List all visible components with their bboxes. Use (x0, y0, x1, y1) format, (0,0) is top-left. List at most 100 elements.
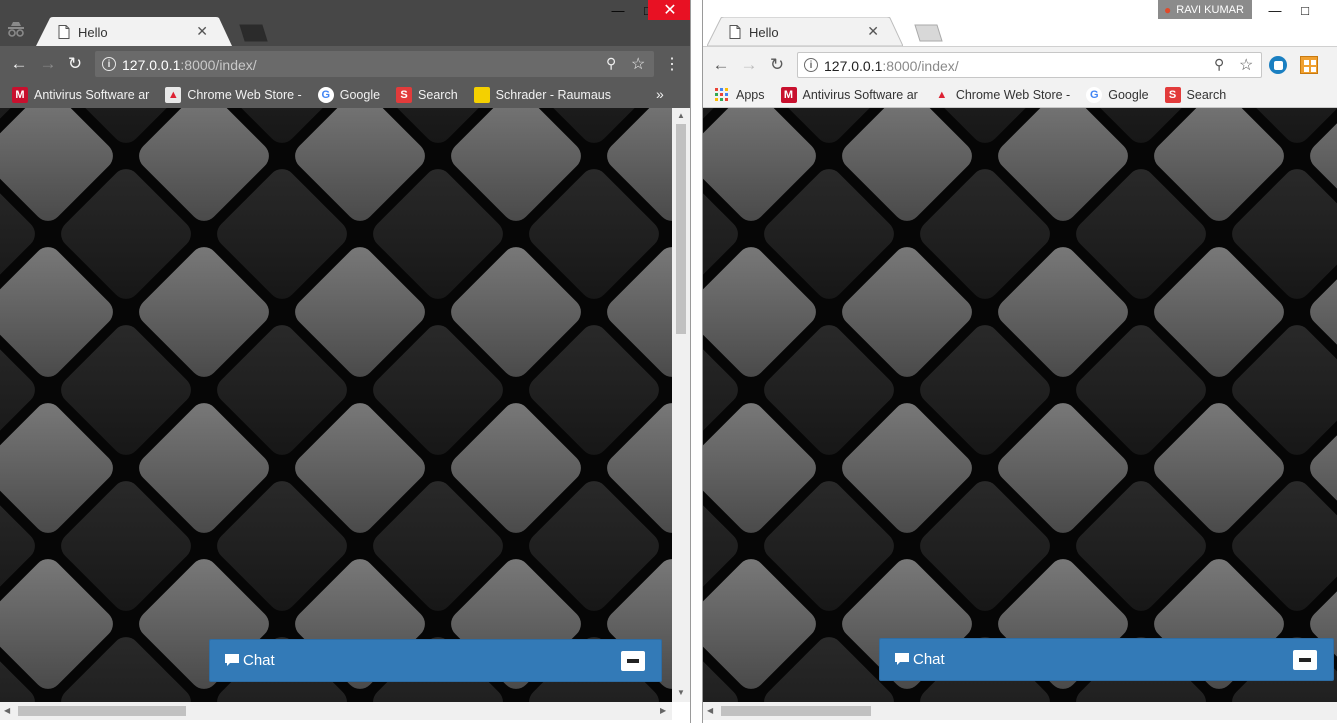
schrader-icon (473, 87, 490, 103)
chat-bar[interactable]: Chat (879, 638, 1334, 681)
title-bar: Hello ✕ — □ ✕ (0, 0, 690, 46)
chat-label: Chat (243, 652, 275, 669)
star-icon[interactable]: ☆ (631, 54, 645, 74)
search-s-icon: S (396, 87, 413, 103)
minimize-button[interactable]: — (603, 0, 633, 20)
chrome-web-store-icon: ▲ (165, 87, 182, 103)
bookmarks-bar: M Antivirus Software ar ▲ Chrome Web Sto… (0, 82, 690, 108)
maximize-button[interactable]: □ (1290, 0, 1320, 20)
new-tab-button[interactable] (238, 24, 268, 42)
back-button[interactable]: ← (9, 54, 29, 74)
google-icon: G (317, 87, 334, 103)
key-icon[interactable]: ⚲ (606, 55, 616, 72)
minimize-chat-button[interactable] (621, 651, 645, 671)
star-icon[interactable]: ☆ (1239, 55, 1253, 75)
bookmark-chrome-web-store[interactable]: ▲ Chrome Web Store - (933, 86, 1071, 103)
bookmarks-bar: Apps M Antivirus Software ar ▲ Chrome We… (703, 82, 1337, 108)
info-icon[interactable]: i (102, 57, 116, 71)
profile-badge[interactable]: ● RAVI KUMAR (1158, 0, 1252, 19)
new-tab-button[interactable] (913, 24, 943, 42)
minimize-button[interactable]: — (1260, 0, 1290, 20)
reload-button[interactable]: ↻ (767, 55, 787, 75)
scroll-right-icon[interactable]: ▶ (660, 706, 666, 715)
url-path: :8000/index/ (180, 57, 257, 73)
scroll-down-icon[interactable]: ▼ (677, 688, 685, 697)
bookmark-apps[interactable]: Apps (714, 87, 765, 103)
tab-title: Hello (78, 25, 108, 40)
chrome-web-store-icon: ▲ (933, 86, 950, 103)
window-gap (691, 0, 702, 723)
back-button[interactable]: ← (711, 55, 731, 75)
bookmark-chrome-web-store[interactable]: ▲ Chrome Web Store - (165, 87, 302, 103)
window-controls: — □ (1260, 0, 1320, 20)
bookmark-schrader[interactable]: Schrader - Raumaus (473, 87, 611, 103)
key-icon[interactable]: ⚲ (1214, 56, 1224, 73)
page-icon (729, 25, 741, 39)
info-icon[interactable]: i (804, 58, 818, 72)
mcafee-icon: M (12, 87, 28, 103)
url-text: 127.0.0.1:8000/index/ (824, 58, 959, 74)
reload-button[interactable]: ↻ (65, 54, 85, 74)
bookmark-google[interactable]: G Google (317, 87, 380, 103)
address-bar[interactable]: i 127.0.0.1:8000/index/ ⚲ ☆ (797, 52, 1262, 78)
tab-close-icon[interactable]: ✕ (196, 23, 208, 40)
minus-icon (627, 659, 639, 663)
page-icon (58, 25, 70, 39)
bookmark-label: Search (418, 88, 458, 102)
window-close-controls: ✕ (648, 0, 690, 20)
address-bar[interactable]: i 127.0.0.1:8000/index/ ⚲ ☆ (95, 51, 654, 77)
more-bookmarks-icon[interactable]: » (656, 86, 664, 102)
profile-icon: ● (1164, 2, 1172, 17)
search-s-icon: S (1164, 86, 1181, 103)
bookmark-label: Schrader - Raumaus (495, 88, 611, 102)
extension-icon[interactable] (1269, 56, 1287, 74)
scroll-thumb[interactable] (676, 124, 686, 334)
bookmark-label: Apps (736, 87, 765, 102)
forward-button[interactable]: → (739, 55, 759, 75)
bookmark-label: Google (1108, 87, 1149, 102)
bookmark-label: Antivirus Software ar (34, 88, 150, 102)
mcafee-icon: M (780, 86, 797, 103)
scroll-left-icon[interactable]: ◀ (4, 706, 10, 715)
apps-grid-icon (714, 87, 730, 103)
minimize-chat-button[interactable] (1293, 650, 1317, 670)
tab-hello[interactable]: Hello ✕ (36, 17, 232, 46)
scroll-left-icon[interactable]: ◀ (707, 706, 713, 715)
bookmark-label: Antivirus Software ar (802, 87, 918, 102)
extension-grid-icon[interactable] (1300, 56, 1318, 74)
hscroll-thumb[interactable] (721, 706, 871, 716)
url-host: 127.0.0.1 (824, 58, 883, 74)
minus-icon (1299, 658, 1311, 662)
scroll-up-icon[interactable]: ▲ (677, 111, 685, 120)
bookmark-search[interactable]: S Search (396, 87, 458, 103)
url-text: 127.0.0.1:8000/index/ (122, 57, 257, 73)
close-window-button[interactable]: ✕ (648, 0, 690, 20)
comment-icon (225, 654, 239, 666)
bookmark-label: Chrome Web Store - (955, 87, 1071, 102)
tab-close-icon[interactable]: ✕ (867, 23, 879, 40)
tab-hello[interactable]: Hello ✕ (707, 17, 903, 46)
bookmark-antivirus[interactable]: M Antivirus Software ar (12, 87, 149, 103)
title-bar: Hello ✕ ● RAVI KUMAR — □ (703, 0, 1337, 46)
hscroll-thumb[interactable] (18, 706, 186, 716)
vertical-scrollbar[interactable]: ▲ ▼ (672, 108, 690, 702)
tile-background (703, 108, 1337, 703)
url-host: 127.0.0.1 (122, 57, 181, 73)
browser-window-incognito: Hello ✕ — □ ✕ ← → ↻ i 127.0.0.1:8000/ind… (0, 0, 691, 723)
horizontal-scrollbar[interactable]: ◀ ▶ (0, 702, 672, 720)
tab-title: Hello (749, 25, 779, 40)
bookmark-antivirus[interactable]: M Antivirus Software ar (780, 86, 918, 103)
bookmark-search[interactable]: S Search (1164, 86, 1227, 103)
tile-background (0, 108, 672, 702)
horizontal-scrollbar[interactable]: ◀ (703, 702, 1337, 720)
google-icon: G (1086, 86, 1103, 103)
profile-name: RAVI KUMAR (1176, 3, 1244, 16)
forward-button[interactable]: → (38, 54, 58, 74)
menu-icon[interactable]: ⋮ (662, 54, 682, 74)
bookmark-google[interactable]: G Google (1086, 86, 1149, 103)
incognito-icon (8, 22, 24, 37)
bookmark-label: Search (1186, 87, 1227, 102)
chat-bar[interactable]: Chat (209, 639, 662, 682)
page-content: Chat (0, 108, 672, 702)
comment-icon (895, 653, 909, 665)
